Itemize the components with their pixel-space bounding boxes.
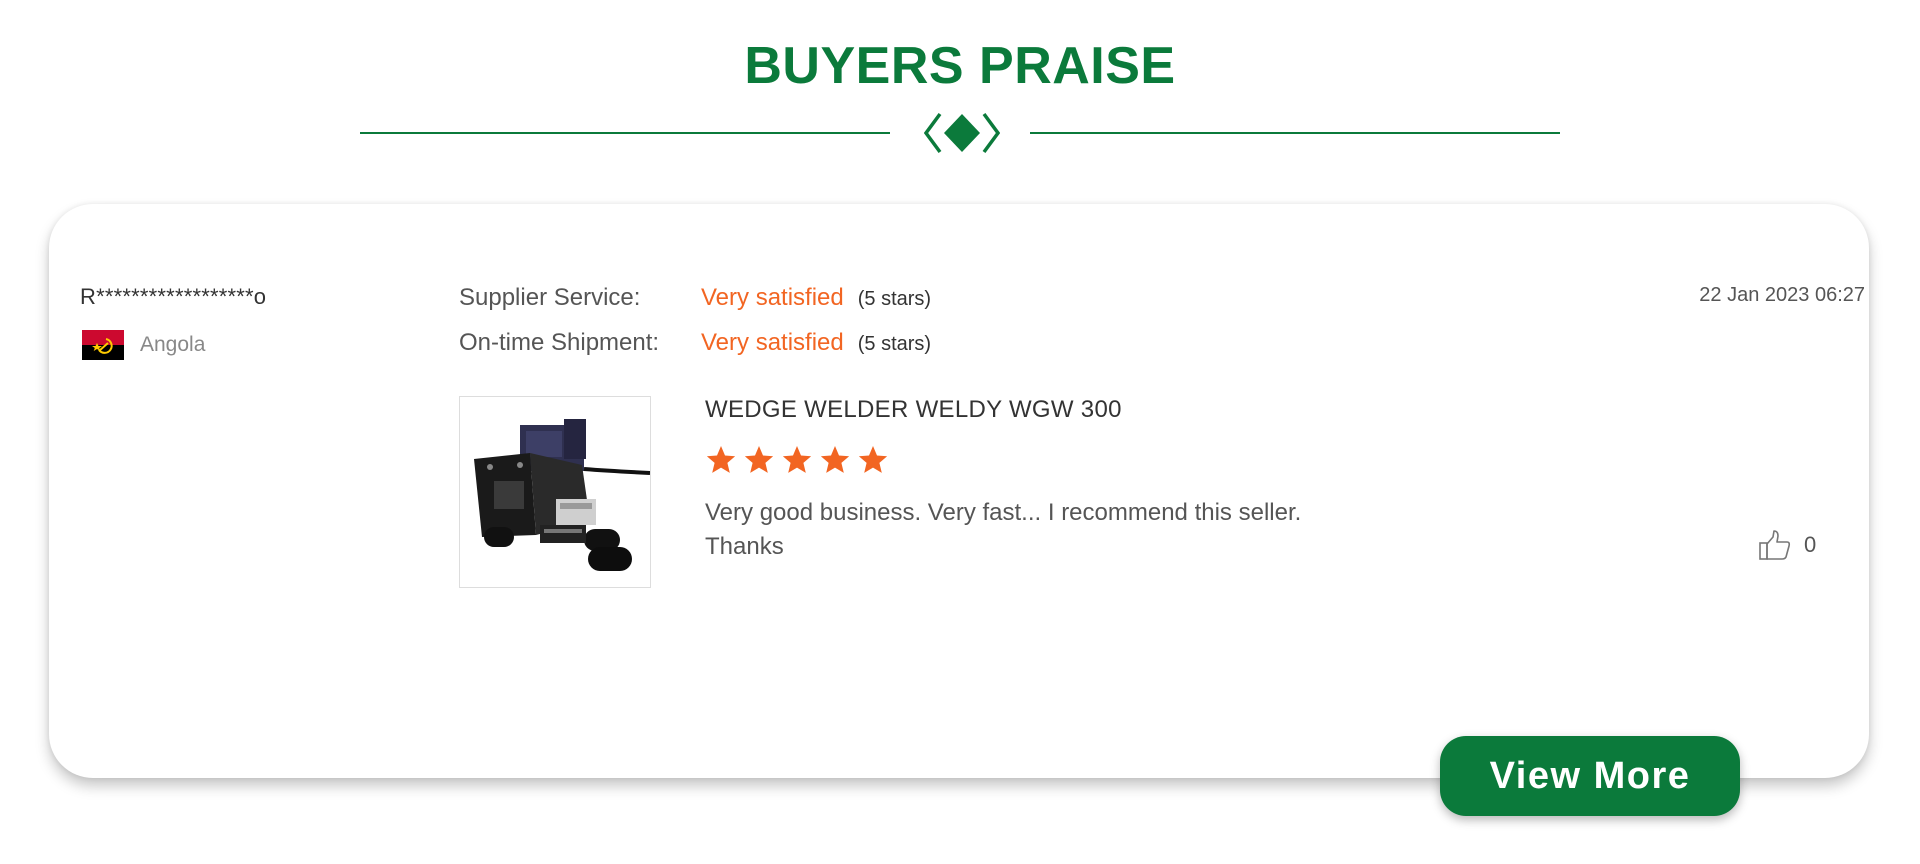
like-count: 0	[1804, 532, 1817, 557]
diamond-ornament-icon	[924, 112, 1000, 154]
buyer-country: Angola	[140, 333, 206, 356]
star-icon	[820, 446, 850, 473]
rating-label: On-time Shipment:	[459, 329, 660, 356]
supplier-service-rating: Supplier Service: Very satisfied (5 stars)	[459, 284, 931, 312]
thumbs-up-icon	[1759, 530, 1791, 560]
rating-stars-text: (5 stars)	[857, 333, 932, 355]
rating-stars-text: (5 stars)	[857, 288, 932, 310]
product-title[interactable]: WEDGE WELDER WELDY WGW 300	[705, 396, 1122, 424]
on-time-shipment-rating: On-time Shipment: Very satisfied (5 stars)	[459, 329, 931, 357]
review-text: Very good business. Very fast... I recom…	[705, 496, 1405, 564]
buyers-praise-section: BUYERS PRAISE R******************o Angol…	[0, 0, 1920, 864]
wedge-welder-product-image	[474, 419, 651, 571]
star-icon	[744, 446, 774, 473]
star-icon	[782, 446, 812, 473]
section-title: BUYERS PRAISE	[744, 37, 1176, 95]
rating-label: Supplier Service:	[459, 284, 641, 311]
rating-value: Very satisfied	[701, 329, 844, 356]
like-button[interactable]: 0	[1758, 528, 1816, 562]
review-card	[49, 204, 1869, 778]
star-icon	[858, 446, 888, 473]
product-thumbnail[interactable]	[459, 396, 651, 588]
buyer-name: R******************o	[80, 284, 267, 309]
rating-value: Very satisfied	[701, 284, 844, 311]
review-date: 22 Jan 2023 06:27	[1699, 284, 1865, 306]
view-more-button[interactable]: View More	[1440, 736, 1740, 816]
review-text-line-1: Very good business. Very fast... I recom…	[705, 499, 1302, 526]
title-divider-left	[360, 132, 890, 134]
title-divider-right	[1030, 132, 1560, 134]
review-text-line-2: Thanks	[705, 533, 784, 560]
star-icon	[706, 446, 736, 473]
product-star-rating	[705, 444, 889, 478]
angola-flag-icon	[82, 330, 124, 360]
